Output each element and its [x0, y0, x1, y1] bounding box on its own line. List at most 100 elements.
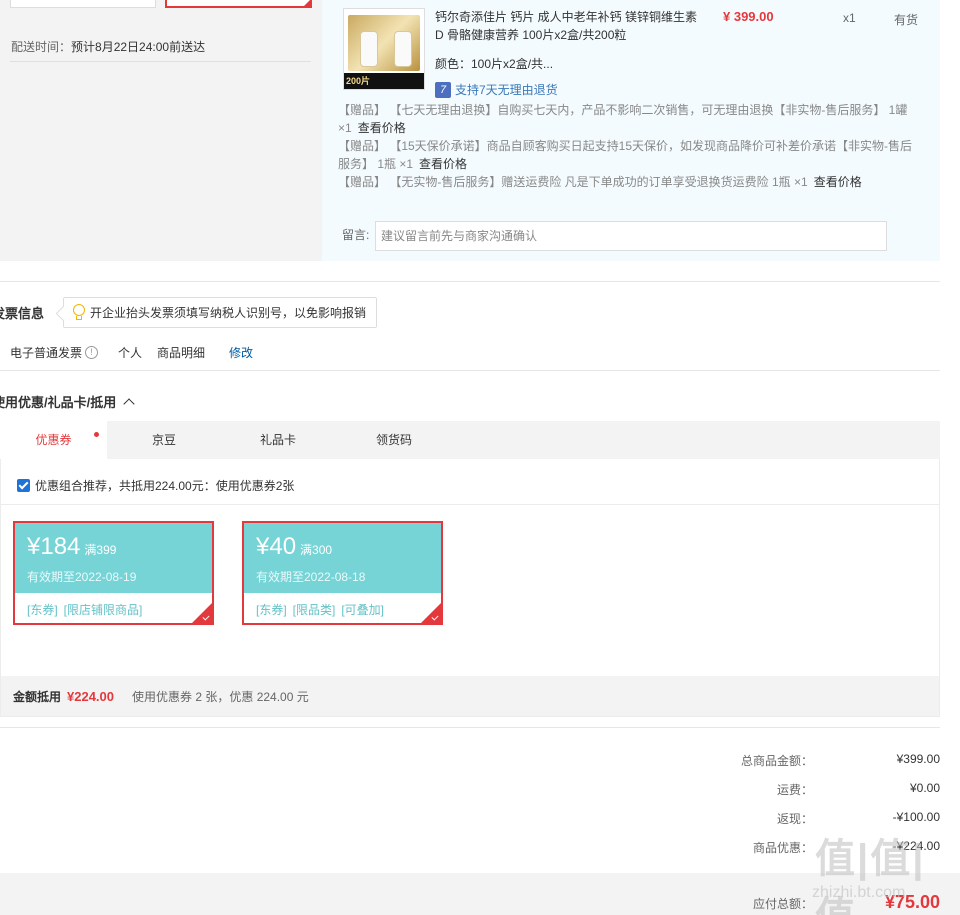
coupon-section-toggle[interactable]: 使用优惠/礼品卡/抵用 — [0, 392, 135, 411]
combo-checkbox[interactable] — [17, 479, 30, 492]
total-label: 总商品金额： — [740, 754, 813, 768]
seven-day-return-icon: 7 — [435, 81, 451, 98]
coupon-tag: [东券] — [27, 603, 58, 617]
combo-text: 优惠组合推荐，共抵用224.00元：使用优惠券2张 — [35, 479, 295, 493]
section-divider — [0, 727, 940, 728]
coupon-tabs: 优惠券 京豆 礼品卡 领货码 — [0, 421, 940, 459]
gift-list: 【赠品】 【七天无理由退换】自购买七天内，产品不影响二次销售，可无理由退换【非实… — [338, 101, 918, 191]
tab-label: 礼品卡 — [259, 433, 296, 447]
shipping-fee-row: 运费： ¥0.00 — [600, 781, 940, 798]
selected-corner-icon — [421, 603, 441, 623]
address-card[interactable] — [10, 0, 156, 8]
invoice-edit-link[interactable]: 修改 — [229, 344, 253, 361]
coupon-head: ¥40 满300 有效期至2022-08-18 — [244, 523, 441, 593]
coupon-amount: ¥184 — [27, 533, 81, 560]
invoice-detail: 商品明细 — [157, 346, 206, 360]
discount-summary: 金额抵用 ¥224.00 使用优惠券 2 张，优惠 224.00 元 — [1, 676, 939, 716]
gift-text: 【赠品】 【七天无理由退换】自购买七天内，产品不影响二次销售，可无理由退换【非实… — [338, 103, 908, 135]
product-stock: 有货 — [894, 13, 919, 27]
total-goods-row: 总商品金额： ¥399.00 — [600, 752, 940, 769]
coupon-amount-row: ¥40 满300 — [256, 533, 441, 564]
view-price-link[interactable]: 查看价格 — [358, 121, 406, 135]
selected-corner-icon — [192, 603, 212, 623]
gift-text: 【赠品】 【无实物-售后服务】赠送运费险 凡是下单成功的订单享受退换货运费险 1… — [338, 175, 808, 189]
gift-item: 【赠品】 【无实物-售后服务】赠送运费险 凡是下单成功的订单享受退换货运费险 1… — [338, 173, 918, 191]
coupon-tag: [限店铺限商品] — [63, 603, 143, 617]
product-panel: 200片 钙尔奇添佳片 钙片 成人中老年补钙 镁锌铜维生素D 骨骼健康营养 10… — [322, 0, 940, 261]
invoice-person: 个人 — [118, 346, 143, 360]
total-value: ¥0.00 — [909, 781, 940, 795]
coupon-head: ¥184 满399 有效期至2022-08-19 — [15, 523, 212, 593]
tab-jingdou[interactable]: 京豆 — [107, 421, 221, 459]
section-divider — [0, 370, 940, 371]
gift-item: 【赠品】 【15天保价承诺】商品自顾客购买日起支持15天保价，如发现商品降价可补… — [338, 137, 918, 173]
coupon-amount-row: ¥184 满399 — [27, 533, 212, 564]
product-name[interactable]: 钙尔奇添佳片 钙片 成人中老年补钙 镁锌铜维生素D 骨骼健康营养 100片x2盒… — [435, 8, 705, 44]
invoice-tip: 开企业抬头发票须填写纳税人识别号，以免影响报销 — [63, 297, 377, 328]
invoice-tip-text: 开企业抬头发票须填写纳税人识别号，以免影响报销 — [90, 306, 367, 320]
coupon-section-title: 使用优惠/礼品卡/抵用 — [0, 395, 117, 410]
coupon-tag: [可叠加] — [341, 603, 385, 617]
note-label: 留言: — [342, 228, 370, 242]
product-bottle-graphic — [360, 31, 378, 67]
invoice-info-row: 电子普通发票 ! 个人 商品明细 修改 — [10, 344, 253, 361]
view-price-link[interactable]: 查看价格 — [814, 175, 862, 189]
product-price: ¥ 399.00 — [723, 9, 774, 24]
total-label: 返现： — [776, 812, 813, 826]
invoice-title: 发票信息 — [0, 306, 45, 321]
coupon-tag: [东券] — [256, 603, 287, 617]
total-value: ¥399.00 — [896, 752, 940, 766]
discount-summary-desc: 使用优惠券 2 张，优惠 224.00 元 — [132, 689, 309, 704]
shipping-time-label: 配送时间： — [11, 40, 72, 54]
invoice-type: 电子普通发票 — [10, 346, 83, 360]
discount-summary-label: 金额抵用 — [13, 689, 62, 704]
total-label: 商品优惠： — [752, 841, 813, 855]
tab-label: 优惠券 — [35, 433, 72, 447]
selected-corner-icon — [302, 0, 312, 8]
tab-label: 领货码 — [375, 433, 412, 447]
lightbulb-icon — [72, 304, 86, 321]
return-policy[interactable]: 7 支持7天无理由退货 — [435, 81, 558, 98]
view-price-link[interactable]: 查看价格 — [419, 157, 467, 171]
coupon-valid: 有效期至2022-08-18 — [256, 570, 366, 584]
return-policy-text: 支持7天无理由退货 — [455, 83, 558, 97]
tab-coupons[interactable]: 优惠券 — [0, 421, 107, 459]
combo-recommend[interactable]: 优惠组合推荐，共抵用224.00元：使用优惠券2张 — [17, 477, 294, 494]
coupon-valid: 有效期至2022-08-19 — [27, 570, 137, 584]
tab-pickup-code[interactable]: 领货码 — [335, 421, 453, 459]
coupon-condition: 满399 — [84, 543, 117, 557]
payable-label: 应付总额： — [752, 897, 813, 911]
coupon-tag: [限品类] — [292, 603, 336, 617]
new-dot-icon — [94, 432, 99, 437]
note-input[interactable] — [375, 221, 887, 251]
product-image-strip: 200片 — [344, 73, 424, 89]
coupon-condition: 满300 — [300, 543, 333, 557]
address-shipping-panel: 配送时间：预计8月22日24:00前送达 — [0, 0, 322, 261]
product-color: 颜色：100片x2盒/共... — [435, 57, 554, 71]
coupon-card[interactable]: ¥184 满399 有效期至2022-08-19 [东券] [限店铺限商品] — [13, 521, 214, 625]
total-value: -¥100.00 — [892, 810, 940, 824]
coupon-tags: [东券] [限店铺限商品] — [15, 593, 212, 618]
total-label: 运费： — [776, 783, 813, 797]
divider — [10, 61, 311, 62]
tab-gift-card[interactable]: 礼品卡 — [221, 421, 335, 459]
coupon-tags: [东券] [限品类] [可叠加] — [244, 593, 441, 618]
discount-summary-amount: ¥224.00 — [67, 688, 115, 704]
coupon-panel: 优惠组合推荐，共抵用224.00元：使用优惠券2张 ¥184 满399 有效期至2… — [0, 459, 940, 717]
product-bottle-graphic — [394, 31, 412, 67]
shipping-time-value: 预计8月22日24:00前送达 — [71, 40, 206, 54]
info-icon[interactable]: ! — [85, 346, 99, 359]
divider — [1, 504, 939, 505]
gift-item: 【赠品】 【七天无理由退换】自购买七天内，产品不影响二次销售，可无理由退换【非实… — [338, 101, 918, 137]
cashback-row: 返现： -¥100.00 — [600, 810, 940, 827]
coupon-card[interactable]: ¥40 满300 有效期至2022-08-18 [东券] [限品类] [可叠加] — [242, 521, 443, 625]
tab-label: 京豆 — [151, 433, 176, 447]
section-divider — [0, 281, 940, 282]
chevron-up-icon — [123, 397, 135, 410]
product-image[interactable]: 200片 — [343, 8, 425, 90]
address-card-selected[interactable] — [165, 0, 312, 8]
watermark-url: zhizhi.bt.com — [812, 884, 906, 901]
shipping-time: 配送时间：预计8月22日24:00前送达 — [11, 38, 205, 55]
product-qty: x1 — [843, 11, 856, 25]
coupon-amount: ¥40 — [256, 533, 297, 560]
